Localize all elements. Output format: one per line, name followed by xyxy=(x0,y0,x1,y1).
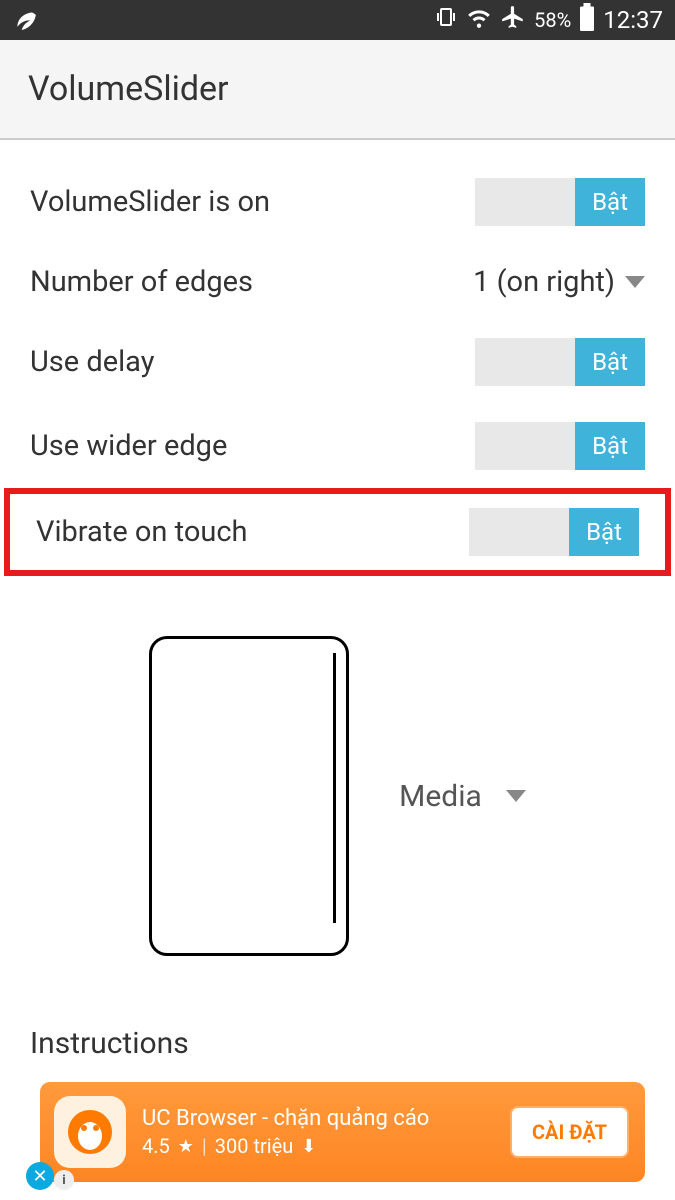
app-title: VolumeSlider xyxy=(28,69,229,109)
ad-banner[interactable]: ✕ i UC Browser - chặn quảng cáo 4.5 ★ | … xyxy=(40,1082,645,1182)
toggle-handle: Bật xyxy=(575,178,645,226)
ad-install-button[interactable]: CÀI ĐẶT xyxy=(510,1106,629,1158)
highlighted-setting: Vibrate on touch Bật xyxy=(4,488,671,576)
ad-close-button[interactable]: ✕ xyxy=(26,1162,54,1190)
toggle-switch[interactable]: Bật xyxy=(469,508,639,556)
ad-title: UC Browser - chặn quảng cáo xyxy=(142,1106,510,1132)
chevron-down-icon xyxy=(506,790,526,802)
setting-number-of-edges[interactable]: Number of edges 1 (on right) xyxy=(0,244,675,320)
download-icon: ⬇ xyxy=(301,1136,316,1157)
setting-label: Use wider edge xyxy=(30,429,475,463)
setting-volumeslider-on[interactable]: VolumeSlider is on Bật xyxy=(0,160,675,244)
divider: | xyxy=(202,1134,207,1158)
battery-icon xyxy=(579,3,595,37)
toggle-handle: Bật xyxy=(575,338,645,386)
ad-downloads: 300 triệu xyxy=(215,1134,294,1158)
phone-mockup xyxy=(149,636,349,956)
setting-label: Use delay xyxy=(30,345,475,379)
edge-indicator xyxy=(333,653,336,923)
volume-type-dropdown[interactable]: Media xyxy=(399,779,526,814)
ad-subtitle: 4.5 ★ | 300 triệu ⬇ xyxy=(142,1134,510,1158)
settings-list: VolumeSlider is on Bật Number of edges 1… xyxy=(0,140,675,1061)
star-icon: ★ xyxy=(178,1136,194,1157)
toggle-switch[interactable]: Bật xyxy=(475,422,645,470)
ad-info-icon[interactable]: i xyxy=(54,1170,74,1190)
chevron-down-icon xyxy=(625,276,645,288)
battery-percentage: 58% xyxy=(534,8,571,32)
setting-label: Number of edges xyxy=(30,265,473,299)
toggle-handle: Bật xyxy=(569,508,639,556)
setting-label: VolumeSlider is on xyxy=(30,185,475,219)
toggle-handle: Bật xyxy=(575,422,645,470)
ad-rating: 4.5 xyxy=(142,1134,170,1158)
toggle-switch[interactable]: Bật xyxy=(475,178,645,226)
ad-app-icon xyxy=(54,1096,126,1168)
dropdown-value: Media xyxy=(399,779,482,814)
leaf-icon xyxy=(12,4,38,36)
dropdown-value: 1 (on right) xyxy=(473,265,615,299)
edges-dropdown[interactable]: 1 (on right) xyxy=(473,265,645,299)
setting-label: Vibrate on touch xyxy=(36,515,469,549)
setting-vibrate-on-touch[interactable]: Vibrate on touch Bật xyxy=(10,494,665,570)
instructions-heading: Instructions xyxy=(0,1026,675,1061)
app-bar: VolumeSlider xyxy=(0,40,675,140)
wifi-icon xyxy=(466,4,492,36)
vibrate-icon xyxy=(434,5,458,35)
setting-use-delay[interactable]: Use delay Bật xyxy=(0,320,675,404)
airplane-icon xyxy=(500,4,526,36)
toggle-switch[interactable]: Bật xyxy=(475,338,645,386)
clock: 12:37 xyxy=(603,6,663,34)
ad-text: UC Browser - chặn quảng cáo 4.5 ★ | 300 … xyxy=(142,1106,510,1158)
status-bar: 58% 12:37 xyxy=(0,0,675,40)
setting-use-wider-edge[interactable]: Use wider edge Bật xyxy=(0,404,675,488)
edge-preview-section: Media xyxy=(0,636,675,956)
